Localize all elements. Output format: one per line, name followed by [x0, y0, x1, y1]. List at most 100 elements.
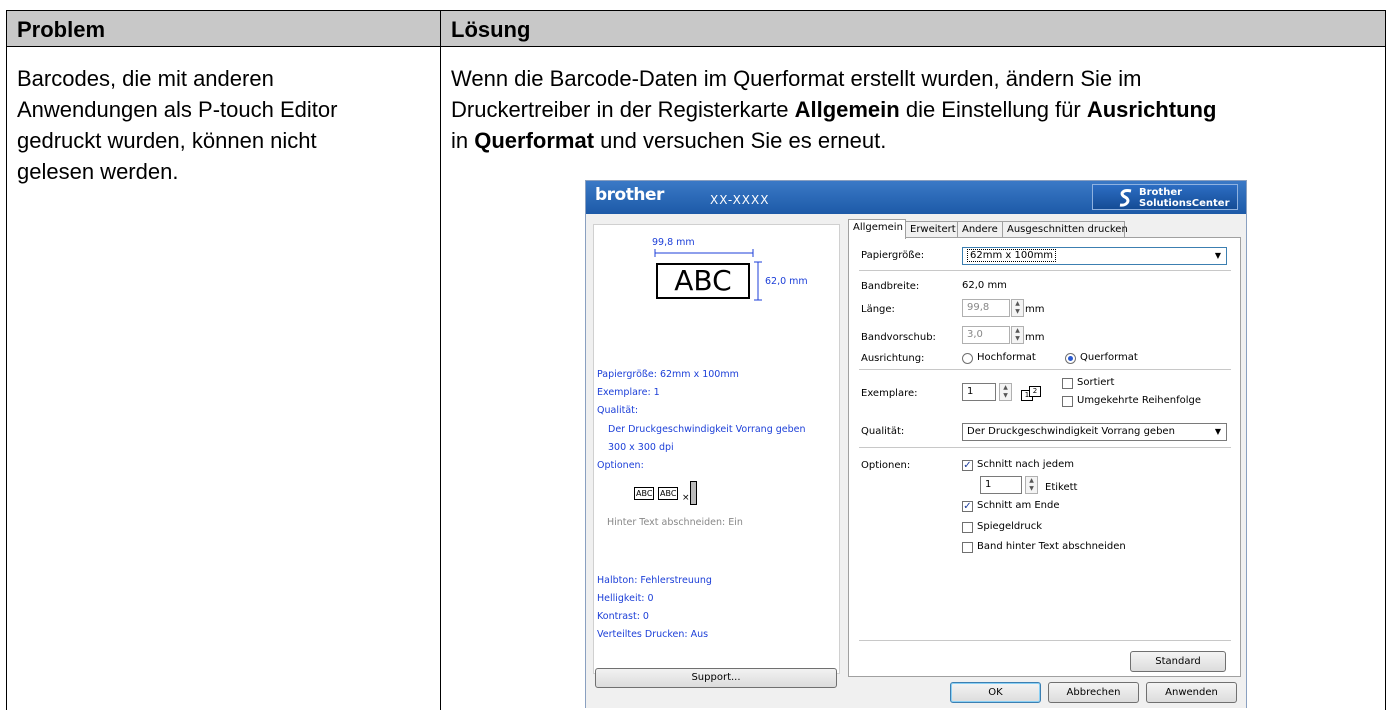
solution-text-part: Druckertreiber in der Registerkarte	[451, 97, 795, 122]
umgekehrte-label: Umgekehrte Reihenfolge	[1077, 395, 1202, 406]
summary-verteiltes: Verteiltes Drucken: Aus	[597, 629, 709, 640]
qualitaet-value: Der Druckgeschwindigkeit Vorrang geben	[967, 426, 1175, 437]
band-end-icon	[690, 481, 697, 505]
solutions-center-line-2: SolutionsCenter	[1139, 198, 1230, 209]
problem-line-2: Anwendungen als P-touch Editor	[17, 97, 338, 122]
papiergroesse-select[interactable]: 62mm x 100mm ▼	[962, 247, 1227, 265]
height-dimension-line	[754, 261, 762, 301]
summary-helligkeit: Helligkeit: 0	[597, 593, 654, 604]
bandvorschub-unit: mm	[1025, 332, 1045, 343]
schnitt-ende-label: Schnitt am Ende	[977, 500, 1060, 511]
preview-height-label: 62,0 mm	[765, 276, 808, 287]
table-header: Problem Lösung	[7, 11, 1385, 47]
etikett-label: Etikett	[1045, 482, 1078, 493]
solution-line-2: Druckertreiber in der Registerkarte Allg…	[451, 94, 1216, 125]
solution-text-part: und versuchen Sie es erneut.	[594, 128, 887, 153]
spiegeldruck-checkbox[interactable]	[962, 522, 973, 533]
exemplare-label: Exemplare:	[861, 388, 918, 399]
solution-line-3: in Querformat und versuchen Sie es erneu…	[451, 125, 1216, 156]
summary-papiergroesse: Papiergröße: 62mm x 100mm	[597, 369, 739, 380]
divider	[859, 640, 1231, 641]
hochformat-radio[interactable]	[962, 353, 973, 364]
divider	[859, 447, 1231, 448]
laenge-label: Länge:	[861, 304, 895, 315]
optionen-label: Optionen:	[861, 460, 911, 471]
papiergroesse-label: Papiergröße:	[861, 250, 925, 261]
problem-text: Barcodes, die mit anderen Anwendungen al…	[17, 63, 337, 187]
printer-driver-dialog: brother XX-XXXX Brother SolutionsCenter …	[585, 180, 1247, 708]
tab-erweitert[interactable]: Erweitert	[905, 221, 958, 237]
anwenden-button[interactable]: Anwenden	[1146, 682, 1237, 703]
abbrechen-button[interactable]: Abbrechen	[1048, 682, 1139, 703]
sortiert-label: Sortiert	[1077, 377, 1115, 388]
solutions-center-line-1: Brother	[1139, 187, 1183, 198]
width-dimension-line	[654, 249, 754, 257]
tab-allgemein[interactable]: Allgemein	[848, 219, 906, 239]
schnitt-nach-checkbox[interactable]: ✓	[962, 460, 973, 471]
querformat-label: Querformat	[1080, 352, 1138, 363]
problem-line-1: Barcodes, die mit anderen	[17, 66, 274, 91]
preview-width-label: 99,8 mm	[652, 237, 695, 248]
problem-line-4: gelesen werden.	[17, 159, 179, 184]
summary-exemplare: Exemplare: 1	[597, 387, 660, 398]
collate-icon: 1 2	[1021, 386, 1043, 401]
summary-qualitaet: Qualität:	[597, 405, 639, 416]
ok-button[interactable]: OK	[950, 682, 1041, 703]
bandvorschub-spin-buttons[interactable]: ▲ ▼	[1011, 326, 1024, 344]
value-emphasis: Querformat	[474, 128, 595, 153]
ausrichtung-label: Ausrichtung:	[861, 353, 925, 364]
bandbreite-value: 62,0 mm	[962, 280, 1007, 291]
mini-abc-1: ABC	[634, 487, 655, 500]
header-problem: Problem	[17, 17, 106, 42]
solutions-center-icon	[1119, 189, 1132, 207]
bandbreite-label: Bandbreite:	[861, 281, 920, 292]
tab-name-emphasis: Allgemein	[794, 97, 900, 122]
problem-line-3: gedruckt wurden, können nicht	[17, 128, 317, 153]
exemplare-spin-buttons[interactable]: ▲ ▼	[999, 383, 1012, 401]
mini-abc-2: ABC	[658, 487, 679, 500]
bandvorschub-input[interactable]: 3,0	[962, 326, 1010, 344]
summary-halbton: Halbton: Fehlerstreuung	[597, 575, 712, 586]
model-name: XX-XXXX	[710, 193, 770, 207]
band-hinter-checkbox[interactable]	[962, 542, 973, 553]
laenge-spin-buttons[interactable]: ▲ ▼	[1011, 299, 1024, 317]
sortiert-checkbox[interactable]	[1062, 378, 1073, 389]
schnitt-count-input[interactable]: 1	[980, 476, 1022, 494]
laenge-input[interactable]: 99,8	[962, 299, 1010, 317]
qualitaet-label: Qualität:	[861, 426, 905, 437]
hochformat-label: Hochformat	[977, 352, 1036, 363]
cut-mark-icon: ×	[682, 493, 690, 503]
standard-button[interactable]: Standard	[1130, 651, 1226, 672]
umgekehrte-checkbox[interactable]	[1062, 396, 1073, 407]
solution-text-part: in	[451, 128, 475, 153]
dialog-body: 99,8 mm ABC 62,0 mm Papiergröße: 62mm x …	[586, 214, 1246, 708]
divider	[859, 270, 1231, 271]
querformat-radio[interactable]	[1065, 353, 1076, 364]
tab-ausgeschnitten-drucken[interactable]: Ausgeschnitten drucken	[1002, 221, 1128, 237]
divider	[859, 369, 1231, 370]
summary-optionen: Optionen:	[597, 460, 644, 471]
qualitaet-select[interactable]: Der Druckgeschwindigkeit Vorrang geben ▼	[962, 423, 1227, 441]
schnitt-ende-checkbox[interactable]: ✓	[962, 501, 973, 512]
solution-text-part: die Einstellung für	[899, 97, 1087, 122]
summary-hinter-text: Hinter Text abschneiden: Ein	[607, 517, 743, 528]
tab-andere[interactable]: Andere	[957, 221, 1003, 237]
exemplare-input[interactable]: 1	[962, 383, 996, 401]
support-button[interactable]: Support...	[595, 668, 837, 688]
column-divider	[440, 11, 441, 710]
solutions-center-label: Brother SolutionsCenter	[1139, 187, 1230, 209]
schnitt-nach-label: Schnitt nach jedem	[977, 459, 1074, 470]
summary-dpi: 300 x 300 dpi	[608, 442, 674, 453]
dialog-title-bar: brother XX-XXXX Brother SolutionsCenter	[586, 181, 1246, 215]
header-solution: Lösung	[451, 17, 531, 42]
schnitt-count-spin-buttons[interactable]: ▲ ▼	[1025, 476, 1038, 494]
print-preview-panel: 99,8 mm ABC 62,0 mm Papiergröße: 62mm x …	[593, 224, 840, 674]
bandvorschub-label: Bandvorschub:	[861, 332, 936, 343]
summary-qualitaet-value: Der Druckgeschwindigkeit Vorrang geben	[608, 424, 806, 435]
solution-line-1: Wenn die Barcode-Daten im Querformat ers…	[451, 66, 1142, 91]
tab-page-allgemein: Papiergröße: 62mm x 100mm ▼ Bandbreite: …	[848, 237, 1241, 677]
spiegeldruck-label: Spiegeldruck	[977, 521, 1042, 532]
laenge-unit: mm	[1025, 304, 1045, 315]
setting-name-emphasis: Ausrichtung	[1086, 97, 1217, 122]
solutions-center-button[interactable]: Brother SolutionsCenter	[1092, 184, 1238, 210]
